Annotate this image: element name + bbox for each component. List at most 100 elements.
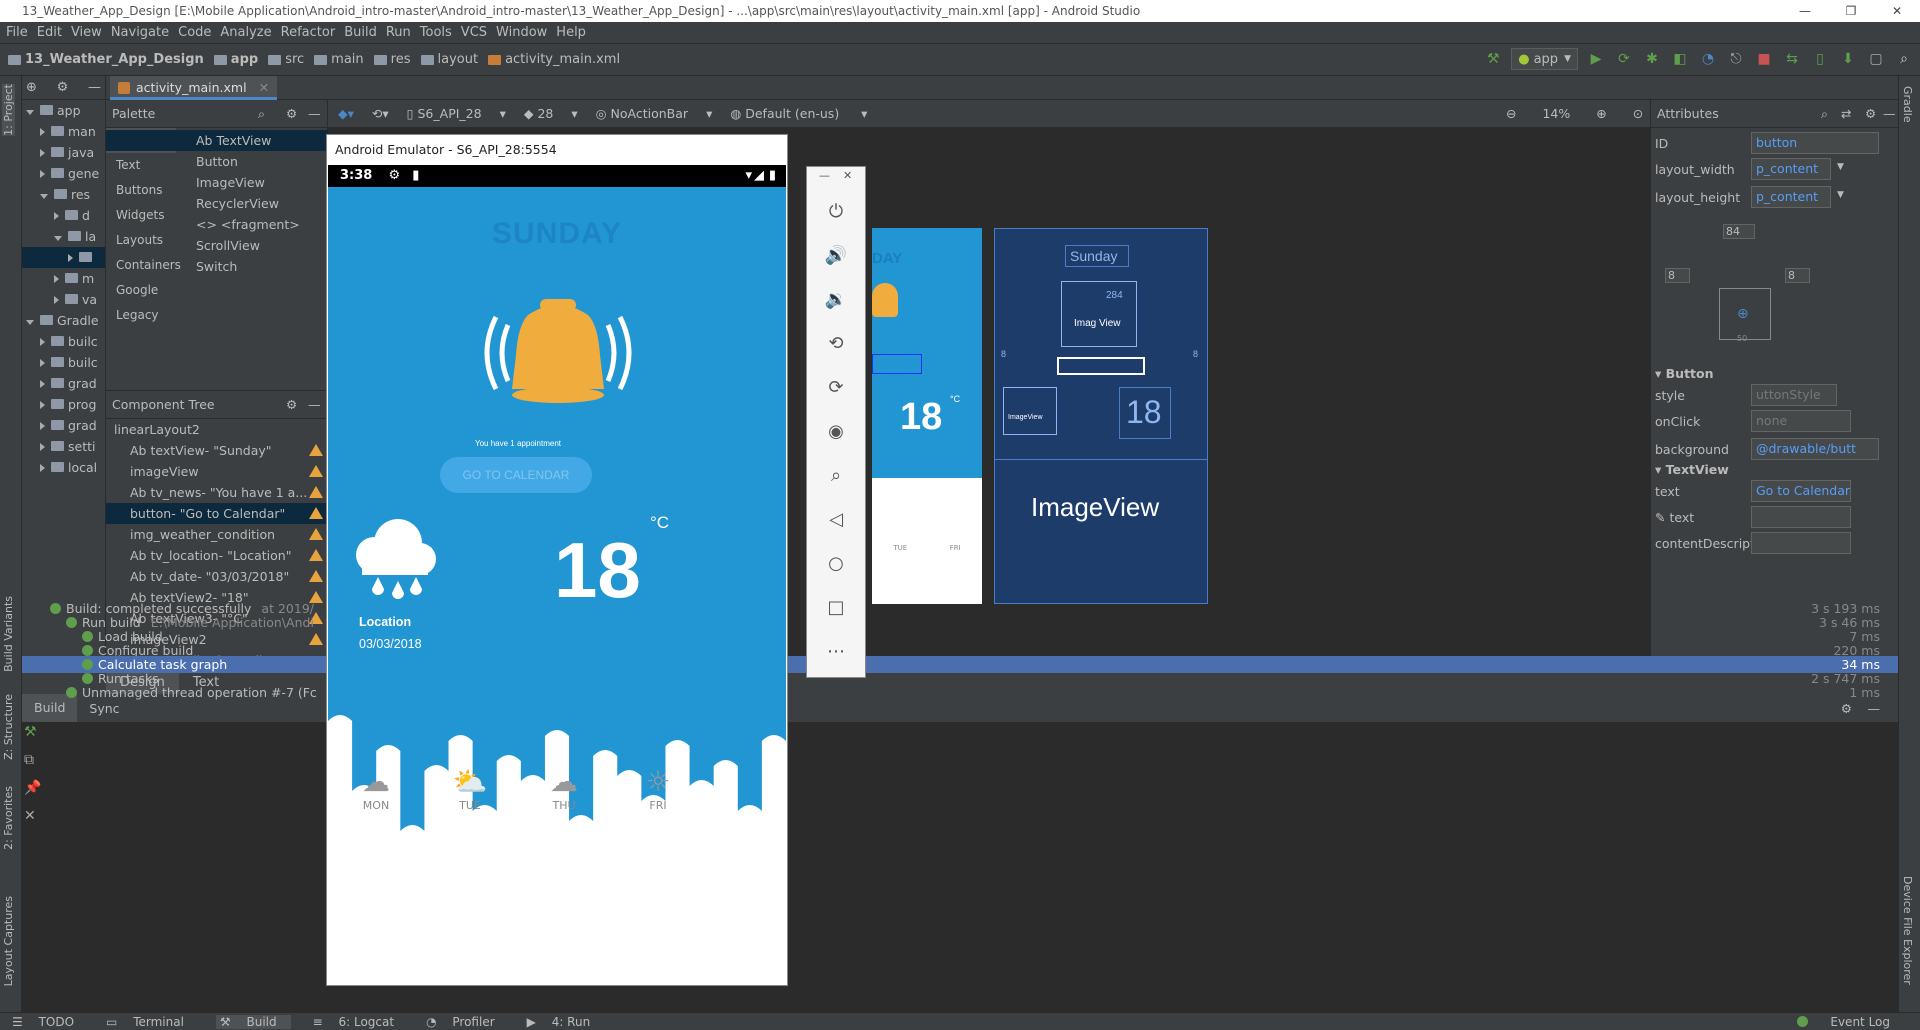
debug-icon[interactable]: ✱ (1642, 49, 1662, 69)
project-tree-item[interactable]: man (22, 121, 105, 142)
hide-icon[interactable]: — (308, 100, 321, 128)
palette-item[interactable]: ImageView (106, 172, 328, 193)
warning-icon[interactable] (309, 528, 323, 540)
chevron-right-icon[interactable] (54, 296, 59, 304)
breadcrumb-main[interactable]: main (314, 52, 364, 67)
tool-run[interactable]: ▶ 4: Run (527, 1015, 601, 1029)
search-icon[interactable]: ⌕ (1894, 49, 1914, 69)
tool-event-log[interactable]: Event Log (1785, 1015, 1900, 1029)
attr-background-field[interactable]: @drawable/butt (1751, 438, 1879, 460)
hide-icon[interactable]: — (1883, 100, 1896, 128)
menu-build[interactable]: Build (344, 25, 377, 40)
component-tree-row[interactable]: button- "Go to Calendar" (106, 503, 327, 524)
attach-debugger-icon[interactable]: ⎋ (1726, 49, 1746, 69)
chevron-right-icon[interactable] (68, 254, 73, 262)
apply-changes-icon[interactable]: ⟳ (1614, 49, 1634, 69)
chevron-right-icon[interactable] (40, 338, 45, 346)
project-tree-item[interactable]: builc (22, 352, 105, 373)
chevron-right-icon[interactable] (40, 380, 45, 388)
breadcrumb-project[interactable]: 13_Weather_App_Design (8, 52, 204, 67)
margin-right-value[interactable]: 8 (1785, 268, 1810, 283)
margin-left-value[interactable]: 8 (1665, 268, 1690, 283)
attr-onclick-field[interactable]: none (1751, 410, 1851, 432)
rotate-right-icon[interactable]: ⟳ (821, 373, 851, 403)
section-textview[interactable]: ▾ TextView (1655, 462, 1729, 477)
component-tree-row[interactable]: linearLayout2 (106, 419, 327, 440)
palette-item[interactable]: Ab TextView (106, 130, 328, 151)
menu-edit[interactable]: Edit (37, 25, 62, 40)
breadcrumb-res[interactable]: res (373, 52, 411, 67)
project-tree-item[interactable]: m (22, 268, 105, 289)
chevron-right-icon[interactable] (40, 149, 45, 157)
add-constraint-icon[interactable]: ⊕ (1737, 306, 1749, 322)
zoom-icon[interactable]: ⌕ (821, 461, 851, 491)
tool-build-variants[interactable]: Build Variants (2, 596, 15, 672)
tool-logcat[interactable]: ≡ 6: Logcat (313, 1015, 404, 1029)
api-select[interactable]: ◆ 28 ▾ (524, 106, 578, 121)
volume-down-icon[interactable]: 🔉 (821, 285, 851, 315)
attr-content-desc-field[interactable] (1751, 532, 1851, 554)
rotate-left-icon[interactable]: ⟲ (821, 329, 851, 359)
project-tree-item[interactable]: builc (22, 331, 105, 352)
tool-profiler[interactable]: ◔ Profiler (426, 1015, 505, 1029)
close-icon[interactable]: ✕ (843, 169, 852, 182)
warning-icon[interactable] (309, 486, 323, 498)
attr-style-field[interactable]: uttonStyle (1751, 384, 1837, 406)
hide-icon[interactable]: — (88, 80, 101, 95)
menu-window[interactable]: Window (496, 25, 547, 40)
run-icon[interactable]: ▶ (1586, 49, 1606, 69)
hammer-icon[interactable]: ⚒ (1483, 49, 1503, 69)
chevron-down-icon[interactable]: ▼ (1837, 162, 1844, 172)
chevron-right-icon[interactable] (40, 359, 45, 367)
component-tree-row[interactable]: Ab textView- "Sunday" (106, 440, 327, 461)
palette-category[interactable]: Google (106, 278, 176, 303)
locale-select[interactable]: ◍ Default (en-us) ▾ (730, 106, 867, 121)
build-row[interactable]: Unmanaged thread operation #-7 (Fc 1 ms (22, 684, 1898, 701)
volume-up-icon[interactable]: 🔊 (821, 241, 851, 271)
search-icon[interactable]: ⌕ (258, 100, 265, 128)
chevron-down-icon[interactable] (26, 320, 34, 325)
back-icon[interactable]: ◁ (821, 505, 851, 535)
project-tree-item[interactable]: prog (22, 394, 105, 415)
search-icon[interactable]: ⌕ (1821, 100, 1828, 128)
camera-icon[interactable]: ◉ (821, 417, 851, 447)
project-tree-item[interactable]: d (22, 205, 105, 226)
sync-gradle-icon[interactable]: ⇆ (1782, 49, 1802, 69)
profile-icon[interactable]: ◔ (1698, 49, 1718, 69)
hide-icon[interactable]: — (308, 391, 321, 419)
palette-item[interactable]: Button (106, 151, 328, 172)
menu-tools[interactable]: Tools (420, 25, 452, 40)
close-icon[interactable]: ✕ (259, 80, 269, 95)
theme-select[interactable]: ◎ NoActionBar ▾ (596, 106, 713, 121)
project-tree-item[interactable]: grad (22, 415, 105, 436)
design-preview[interactable]: DAY 18 °C TUE FRI (872, 228, 982, 604)
warning-icon[interactable] (309, 549, 323, 561)
bias-value[interactable]: 50 (1737, 334, 1747, 343)
tool-todo[interactable]: ☰ TODO (12, 1015, 84, 1029)
close-icon[interactable]: ✕ (24, 808, 44, 836)
zoom-fit-icon[interactable]: ⊙ (1633, 106, 1643, 121)
breadcrumb-layout[interactable]: layout (420, 52, 478, 67)
tool-build[interactable]: ⚒ Build (215, 1014, 291, 1029)
project-tree-item[interactable] (22, 247, 105, 268)
component-tree-row[interactable]: Ab tv_date- "03/03/2018" (106, 566, 327, 587)
stop-icon[interactable]: ■ (1754, 49, 1774, 69)
project-tree-item[interactable]: local (22, 457, 105, 478)
tool-favorites[interactable]: 2: Favorites (2, 786, 15, 850)
project-tree-item[interactable]: app (22, 100, 105, 121)
chevron-right-icon[interactable] (40, 170, 45, 178)
minimize-icon[interactable]: — (1782, 0, 1828, 22)
blueprint-view[interactable]: Sunday Imag View 284 8 8 ImageView 18 Ima… (994, 228, 1208, 604)
chevron-down-icon[interactable]: ▼ (1837, 190, 1844, 200)
component-tree-row[interactable]: imageView (106, 461, 327, 482)
settings-icon[interactable]: ⚙ (57, 80, 69, 95)
menu-help[interactable]: Help (556, 25, 586, 40)
swap-icon[interactable]: ⇄ (1841, 100, 1851, 128)
tool-gradle[interactable]: Gradle (1901, 86, 1914, 123)
menu-navigate[interactable]: Navigate (111, 25, 169, 40)
menu-code[interactable]: Code (178, 25, 211, 40)
menu-file[interactable]: File (6, 25, 28, 40)
emulator-window[interactable]: Android Emulator - S6_API_28:5554 3:38 ⚙… (326, 134, 788, 986)
warning-icon[interactable] (309, 507, 323, 519)
restore-icon[interactable]: ❐ (1828, 0, 1874, 22)
